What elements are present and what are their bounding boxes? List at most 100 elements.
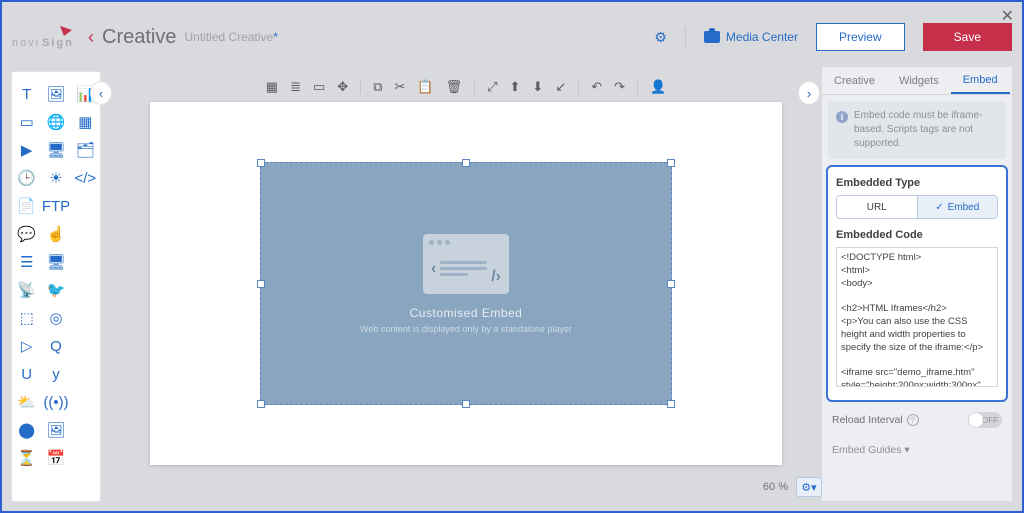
breadcrumb: ‹ Creative Untitled Creative* xyxy=(88,26,278,49)
collapse-right-icon[interactable]: › xyxy=(798,81,820,105)
blank-icon xyxy=(71,192,100,220)
collapse-left-icon[interactable]: ‹ xyxy=(90,81,112,105)
reload-toggle[interactable]: OFF xyxy=(968,412,1002,428)
list-icon[interactable]: ☰ xyxy=(12,248,41,276)
twitter-icon[interactable]: 🐦 xyxy=(41,276,70,304)
photo-icon[interactable]: 🖼 xyxy=(41,416,70,444)
resize-handle[interactable] xyxy=(257,280,265,288)
copy-icon[interactable]: ⧉ xyxy=(373,79,382,95)
weather-icon[interactable]: ☀ xyxy=(41,164,70,192)
poll-icon[interactable]: ⬤ xyxy=(12,416,41,444)
embed-properties: Embedded Type URL ✓Embed Embedded Code xyxy=(826,165,1008,402)
properties-panel: Creative Widgets Embed Embed code must b… xyxy=(822,67,1012,501)
info-notice: Embed code must be iframe-based. Scripts… xyxy=(828,101,1006,159)
search-icon[interactable]: Q xyxy=(41,332,70,360)
instagram-icon[interactable]: ◎ xyxy=(41,304,70,332)
blank8-icon xyxy=(71,388,100,416)
blank4-icon xyxy=(71,276,100,304)
save-button[interactable]: Save xyxy=(923,23,1012,51)
blank3-icon xyxy=(71,248,100,276)
clock-icon[interactable]: 🕒 xyxy=(12,164,41,192)
video-icon[interactable]: ▶ xyxy=(12,136,41,164)
tab-creative[interactable]: Creative xyxy=(822,67,887,94)
shape-icon[interactable]: ▭ xyxy=(12,108,41,136)
embed-code-field[interactable] xyxy=(836,247,998,387)
logo: noviSign xyxy=(12,24,82,50)
code-icon[interactable]: </> xyxy=(71,164,100,192)
ticker-icon[interactable]: 💬 xyxy=(12,220,41,248)
yelp-icon[interactable]: y xyxy=(41,360,70,388)
preview-button[interactable]: Preview xyxy=(816,23,905,51)
resize-handle[interactable] xyxy=(667,400,675,408)
rss-icon[interactable]: 📡 xyxy=(12,276,41,304)
media-center-link[interactable]: Media Center xyxy=(704,30,798,44)
embed-guides-dropdown[interactable]: Embed Guides ▾ xyxy=(832,444,910,456)
resize-handle[interactable] xyxy=(257,400,265,408)
app-frame: ✕ noviSign ‹ Creative Untitled Creative*… xyxy=(0,0,1024,513)
ustream-icon[interactable]: U xyxy=(12,360,41,388)
blank10-icon xyxy=(71,444,100,472)
youtube-icon[interactable]: ▷ xyxy=(12,332,41,360)
svg-text:Sign: Sign xyxy=(42,37,74,49)
zoom-control: 60 % ⚙▾ xyxy=(763,477,822,497)
cut-icon[interactable]: ✂ xyxy=(394,79,405,95)
help-icon[interactable]: ? xyxy=(907,414,919,426)
gear-icon[interactable]: ⚙ xyxy=(654,29,667,46)
zoom-dropdown[interactable]: ⚙▾ xyxy=(796,477,822,497)
text-icon[interactable]: T xyxy=(12,80,41,108)
top-actions: ⚙ Media Center Preview Save xyxy=(654,23,1012,51)
table-icon[interactable]: ▦ xyxy=(71,108,100,136)
redo-icon[interactable]: ↷ xyxy=(614,79,625,95)
screen-icon[interactable]: 🖥 xyxy=(41,248,70,276)
touch-icon[interactable]: ☝ xyxy=(41,220,70,248)
partly-icon[interactable]: ⛅ xyxy=(12,388,41,416)
resize-handle[interactable] xyxy=(667,159,675,167)
back-icon[interactable]: ⬇ xyxy=(532,79,543,95)
widget-title: Customised Embed xyxy=(410,306,523,320)
embedded-code-label: Embedded Code xyxy=(836,229,998,241)
embedded-type-segment: URL ✓Embed xyxy=(836,195,998,219)
widget-palette: ‹ T🖼📊▭🌐▦▶🖥🗂🕒☀</>📄FTP💬☝☰🖥📡🐦⬚◎▷QUy⛅((•))⬤🖼… xyxy=(12,72,100,501)
timer-icon[interactable]: ⏳ xyxy=(12,444,41,472)
topbar: noviSign ‹ Creative Untitled Creative* ⚙… xyxy=(12,12,1012,62)
file-name: Untitled Creative* xyxy=(184,30,277,44)
move-icon[interactable]: ✥ xyxy=(337,79,348,95)
slideshow-icon[interactable]: 🖥 xyxy=(41,136,70,164)
resize-handle[interactable] xyxy=(462,400,470,408)
seg-embed[interactable]: ✓Embed xyxy=(917,196,998,218)
resize-handle[interactable] xyxy=(257,159,265,167)
blank7-icon xyxy=(71,360,100,388)
paste-icon[interactable]: 📋 xyxy=(417,79,433,95)
user-icon[interactable]: 👤 xyxy=(650,79,666,95)
selected-embed-widget[interactable]: ‹/› Customised Embed Web content is disp… xyxy=(260,162,672,405)
ratio-icon[interactable]: ▭ xyxy=(313,79,325,95)
tab-widgets[interactable]: Widgets xyxy=(887,67,951,94)
calendar-icon[interactable]: 📅 xyxy=(41,444,70,472)
ftp-icon[interactable]: FTP xyxy=(41,192,70,220)
behind-icon[interactable]: ↙ xyxy=(555,79,566,95)
signal-icon[interactable]: ((•)) xyxy=(41,388,70,416)
blank5-icon xyxy=(71,304,100,332)
facebook-icon[interactable]: ⬚ xyxy=(12,304,41,332)
resize-handle[interactable] xyxy=(667,280,675,288)
image-icon[interactable]: 🖼 xyxy=(41,80,70,108)
embedded-type-label: Embedded Type xyxy=(836,177,998,189)
seg-url[interactable]: URL xyxy=(837,196,917,218)
stage[interactable]: ‹/› Customised Embed Web content is disp… xyxy=(150,102,782,465)
globe-icon[interactable]: 🌐 xyxy=(41,108,70,136)
canvas-area: ▦ ≣ ▭ ✥ ⧉ ✂ 📋 🗑 ⤢ ⬆ ⬇ ↙ ↶ ↷ 👤 ‹/› Customised Embed Web… xyxy=(110,72,822,501)
resize-handle[interactable] xyxy=(462,159,470,167)
canvas-toolbar: ▦ ≣ ▭ ✥ ⧉ ✂ 📋 🗑 ⤢ ⬆ ⬇ ↙ ↶ ↷ 👤 xyxy=(110,72,822,102)
align-icon[interactable]: ≣ xyxy=(290,79,301,95)
delete-icon[interactable]: 🗑 xyxy=(446,79,463,95)
page-icon[interactable]: 📄 xyxy=(12,192,41,220)
back-icon[interactable]: ‹ xyxy=(88,27,94,48)
front-icon[interactable]: ⬆ xyxy=(510,79,521,95)
fit-icon[interactable]: ⤢ xyxy=(487,79,497,95)
undo-icon[interactable]: ↶ xyxy=(591,79,602,95)
grid-icon[interactable]: ▦ xyxy=(266,79,278,95)
panel-tabs: Creative Widgets Embed xyxy=(822,67,1012,95)
tab-embed[interactable]: Embed xyxy=(951,67,1010,94)
gallery-icon[interactable]: 🗂 xyxy=(71,136,100,164)
svg-text:novi: novi xyxy=(12,37,40,49)
